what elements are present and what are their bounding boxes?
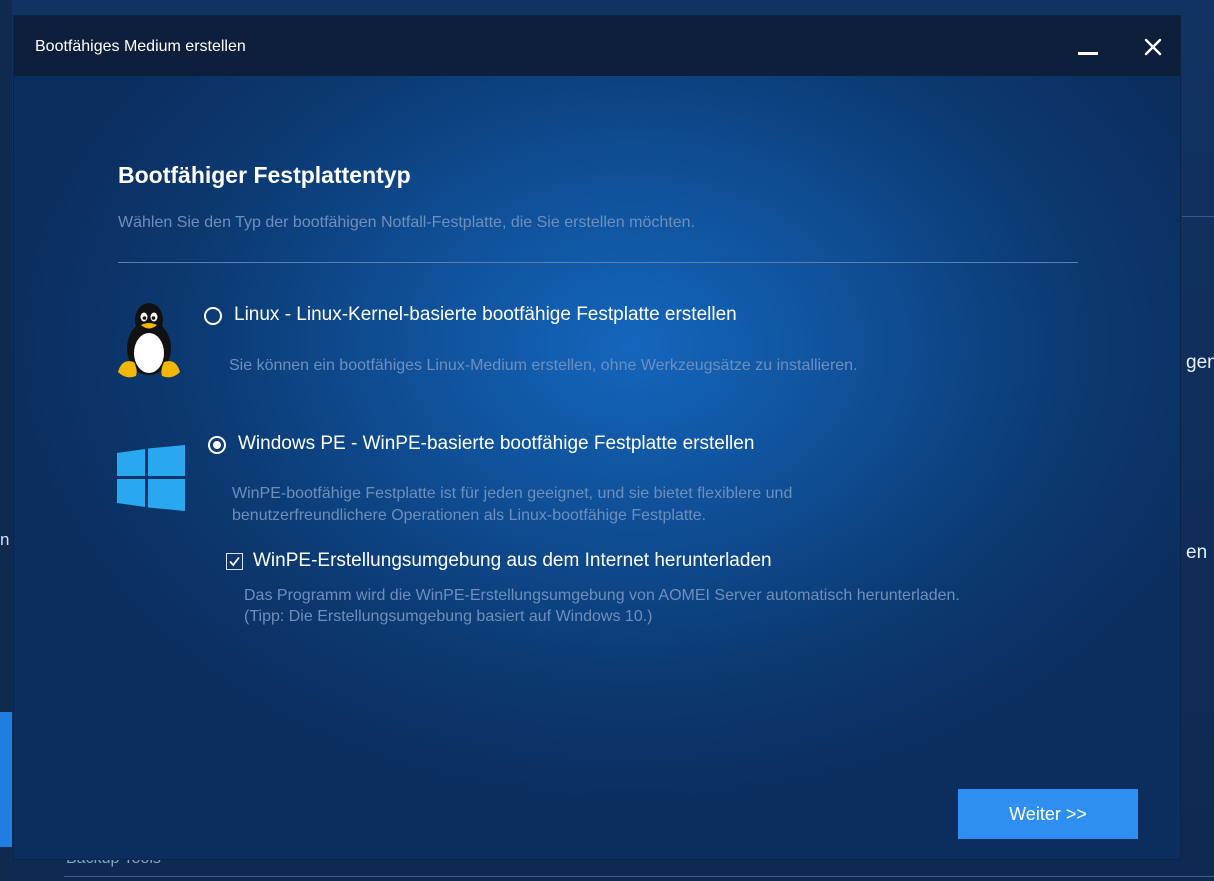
next-button[interactable]: Weiter >>: [958, 789, 1138, 839]
windows-logo-icon: [117, 445, 185, 511]
minimize-button[interactable]: [1068, 32, 1104, 62]
download-winpe-note-line1: Das Programm wird die WinPE-Erstellungsu…: [244, 587, 960, 604]
dialog-title: Bootfähiges Medium erstellen: [35, 38, 246, 55]
background-text-fragment: n: [0, 530, 10, 549]
download-winpe-label[interactable]: WinPE-Erstellungsumgebung aus dem Intern…: [253, 550, 772, 572]
minimize-icon: [1078, 52, 1098, 55]
winpe-option-radio[interactable]: [208, 436, 226, 454]
checkmark-icon: [229, 556, 240, 567]
download-winpe-checkbox[interactable]: [226, 553, 243, 570]
page-subheading: Wählen Sie den Typ der bootfähigen Notfa…: [118, 214, 695, 231]
bootable-media-dialog: Bootfähiges Medium erstellen Bootfähiger…: [13, 15, 1181, 860]
dialog-titlebar: Bootfähiges Medium erstellen: [14, 16, 1180, 76]
background-divider: [1182, 216, 1214, 217]
download-winpe-note-line2: (Tipp: Die Erstellungsumgebung basiert a…: [244, 608, 653, 625]
winpe-option-description-line1: WinPE-bootfähige Festplatte ist für jede…: [232, 485, 793, 502]
close-icon: [1144, 38, 1162, 56]
close-button[interactable]: [1136, 30, 1172, 64]
background-text-fragment: en: [1186, 542, 1208, 563]
background-sidebar-active-item[interactable]: [0, 712, 12, 847]
page-heading: Bootfähiger Festplattentyp: [118, 162, 411, 188]
winpe-option-label[interactable]: Windows PE - WinPE-basierte bootfähige F…: [238, 433, 754, 455]
linux-option-radio[interactable]: [204, 307, 222, 325]
winpe-option-description-line2: benutzerfreundlichere Operationen als Li…: [232, 507, 707, 524]
background-text-fragment: gen: [1186, 352, 1214, 373]
background-divider: [64, 876, 1214, 877]
heading-divider: [118, 262, 1078, 263]
linux-penguin-icon: [118, 303, 180, 378]
linux-option-label[interactable]: Linux - Linux-Kernel-basierte bootfähige…: [234, 304, 737, 326]
linux-option-description: Sie können ein bootfähiges Linux-Medium …: [229, 357, 858, 374]
